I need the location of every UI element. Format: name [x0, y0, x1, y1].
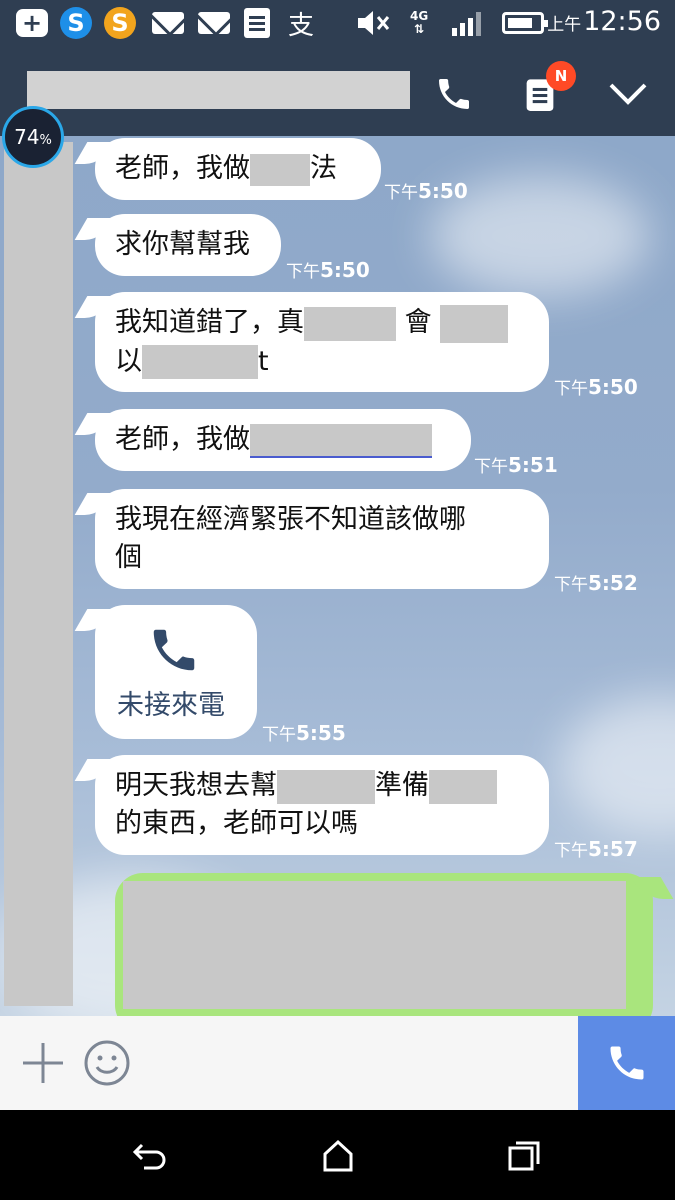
doc-icon — [244, 8, 270, 38]
notification-badge: N — [546, 61, 576, 91]
message-time: 下午5:51 — [474, 453, 558, 477]
sticker-button[interactable] — [83, 1039, 131, 1091]
message-bubble[interactable]: 我知道錯了，真 會 以t — [95, 292, 549, 392]
mail-icon — [152, 8, 184, 38]
battery-widget[interactable]: 74% — [2, 106, 64, 168]
clock: 上午12:56 — [547, 6, 661, 37]
recents-icon — [508, 1141, 540, 1171]
s-app-icon: S — [60, 7, 92, 39]
message-time: 下午5:52 — [554, 571, 638, 595]
network-icon: 4G ⇅ — [410, 9, 429, 36]
status-bar: + S S 支 4G ⇅ 上午12:56 — [0, 0, 675, 48]
home-button[interactable] — [314, 1136, 362, 1176]
chat-area[interactable]: 老師，我做法 下午5:50 求你幫幫我 下午5:50 我知道錯了，真 會 以t … — [0, 136, 675, 1016]
s-app-icon: S — [104, 7, 136, 39]
message-bubble[interactable]: 老師，我做 — [95, 409, 471, 471]
plus-icon — [23, 1043, 63, 1083]
avatar-redacted — [4, 142, 73, 1006]
message-time: 下午5:55 — [262, 721, 346, 745]
message-bubble[interactable]: 老師，我做法 — [95, 138, 381, 200]
add-icon: + — [16, 8, 48, 38]
recents-button[interactable] — [500, 1136, 548, 1176]
phone-icon — [610, 1046, 643, 1080]
battery-icon — [502, 8, 548, 38]
input-method-icon: 支 — [288, 10, 315, 41]
voice-call-button[interactable] — [430, 70, 478, 118]
message-time: 下午5:50 — [286, 258, 370, 282]
message-time: 下午5:57 — [554, 837, 638, 861]
input-bar — [0, 1016, 675, 1110]
missed-call-bubble[interactable]: 未接來電 — [95, 605, 257, 739]
message-bubble[interactable]: 求你幫幫我 — [95, 214, 281, 276]
chat-header: N — [0, 48, 675, 136]
plus-button[interactable] — [20, 1040, 66, 1090]
chevron-down-icon — [609, 83, 647, 105]
back-button[interactable] — [126, 1136, 174, 1176]
home-icon — [323, 1139, 353, 1172]
outgoing-message-bubble[interactable] — [115, 873, 653, 1016]
signal-icon — [452, 8, 481, 38]
menu-toggle-button[interactable] — [604, 70, 652, 118]
back-icon — [132, 1143, 166, 1170]
navigation-bar — [0, 1110, 675, 1200]
chat-title-redacted — [27, 71, 410, 109]
message-bubble[interactable]: 我現在經濟緊張不知道該做哪個 — [95, 489, 549, 589]
message-time: 下午5:50 — [554, 375, 638, 399]
call-button[interactable] — [578, 1016, 675, 1110]
mute-icon — [356, 8, 392, 38]
mail-icon — [198, 8, 230, 38]
smiley-icon — [84, 1040, 130, 1086]
phone-icon — [153, 629, 195, 671]
message-bubble[interactable]: 明天我想去幫 準備 的東西，老師可以嗎 — [95, 755, 549, 855]
outgoing-message-redacted — [123, 881, 626, 1009]
message-time: 下午5:50 — [384, 179, 468, 203]
phone-icon — [439, 79, 469, 109]
missed-call-label: 未接來電 — [117, 690, 225, 721]
